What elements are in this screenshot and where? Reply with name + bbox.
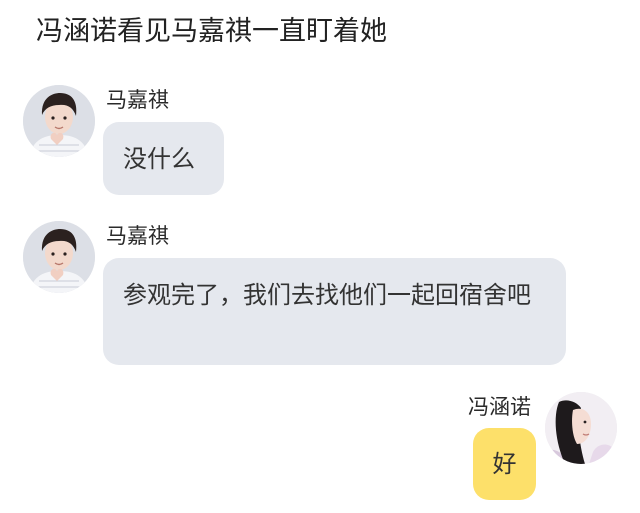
sender-name: 冯涵诺 (468, 395, 531, 419)
sender-avatar-ma-jiaqi[interactable] (23, 221, 95, 293)
girl-avatar-icon (545, 392, 617, 464)
boy-avatar-icon (23, 221, 95, 293)
message-text: 参观完了，我们去找他们一起回宿舍吧 (123, 281, 531, 309)
message-text: 好 (492, 450, 517, 478)
message-bubble[interactable]: 好 (473, 428, 536, 500)
sender-avatar-ma-jiaqi[interactable] (23, 85, 95, 157)
message-text: 没什么 (123, 145, 195, 173)
sender-name: 马嘉祺 (106, 224, 169, 248)
message-bubble[interactable]: 参观完了，我们去找他们一起回宿舍吧 (103, 258, 566, 365)
message-bubble[interactable]: 没什么 (103, 122, 224, 195)
sender-avatar-feng-hannuo[interactable] (545, 392, 617, 464)
sender-name: 马嘉祺 (106, 88, 169, 112)
narration-text: 冯涵诺看见马嘉祺一直盯着她 (36, 16, 387, 47)
boy-avatar-icon (23, 85, 95, 157)
